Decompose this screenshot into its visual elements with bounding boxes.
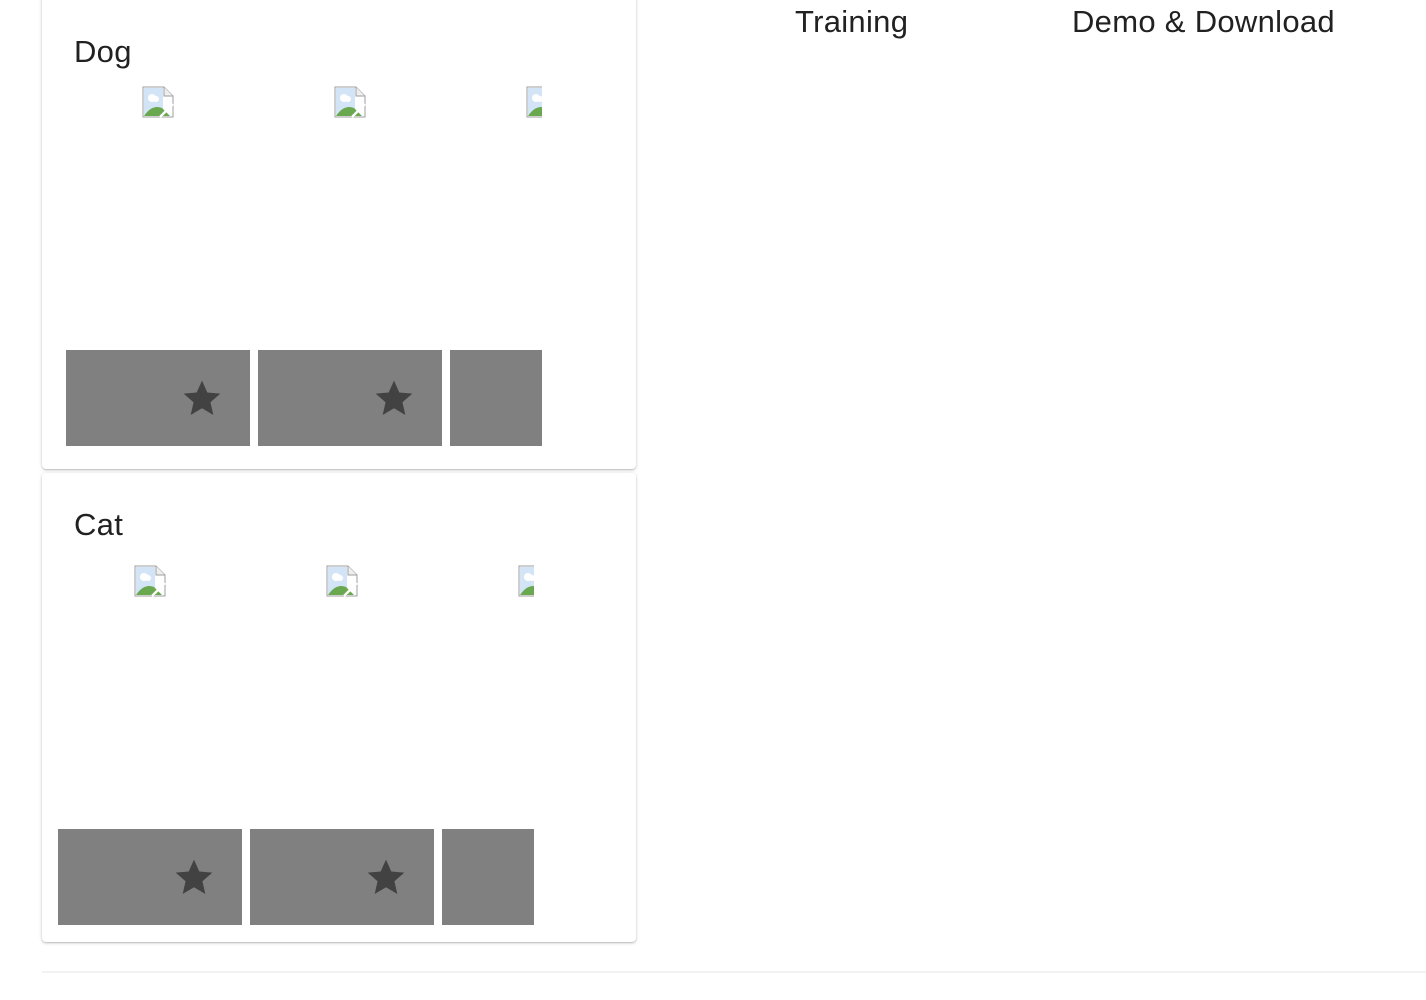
image-grid[interactable] bbox=[66, 86, 542, 446]
broken-image-icon bbox=[134, 565, 166, 597]
star-icon[interactable] bbox=[180, 376, 224, 420]
star-icon[interactable] bbox=[172, 855, 216, 899]
tile-title-bar bbox=[258, 350, 442, 446]
page: Dog Cat Training Demo & Download bbox=[0, 0, 1426, 1000]
card-title: Dog bbox=[74, 34, 132, 69]
star-icon[interactable] bbox=[372, 376, 416, 420]
category-card-cat: Cat bbox=[42, 473, 636, 942]
grid-tile[interactable] bbox=[258, 86, 442, 446]
tile-title-bar bbox=[442, 829, 534, 925]
broken-image-icon bbox=[142, 86, 174, 118]
grid-tile[interactable] bbox=[250, 565, 434, 925]
grid-tile[interactable] bbox=[450, 86, 542, 446]
image-grid[interactable] bbox=[58, 565, 534, 925]
tab-demo-download[interactable]: Demo & Download bbox=[1072, 4, 1335, 40]
broken-image-icon bbox=[326, 565, 358, 597]
tile-title-bar bbox=[66, 350, 250, 446]
tile-title-bar bbox=[450, 350, 542, 446]
grid-tile[interactable] bbox=[58, 565, 242, 925]
tile-title-bar bbox=[58, 829, 242, 925]
tab-training[interactable]: Training bbox=[795, 4, 908, 40]
grid-tile[interactable] bbox=[442, 565, 534, 925]
card-title: Cat bbox=[74, 507, 124, 542]
star-icon[interactable] bbox=[364, 855, 408, 899]
broken-image-icon bbox=[334, 86, 366, 118]
category-card-dog: Dog bbox=[42, 0, 636, 469]
tile-title-bar bbox=[250, 829, 434, 925]
divider bbox=[42, 971, 1426, 973]
broken-image-icon bbox=[518, 565, 534, 597]
grid-tile[interactable] bbox=[66, 86, 250, 446]
broken-image-icon bbox=[526, 86, 542, 118]
